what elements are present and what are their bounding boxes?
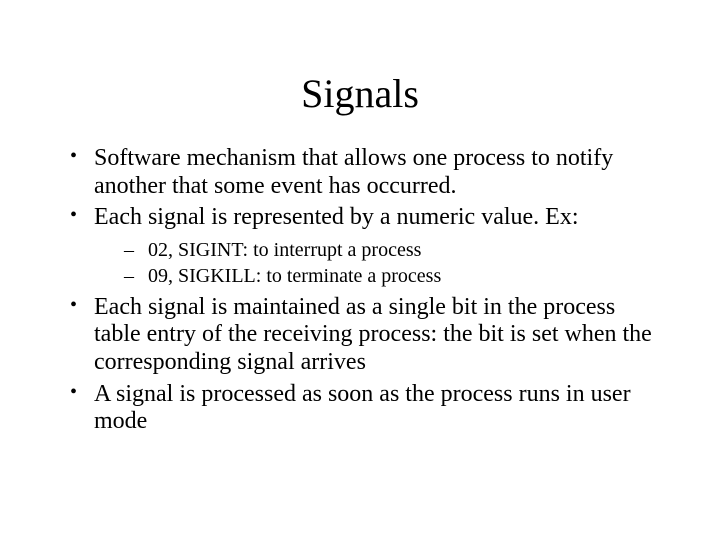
bullet-list: Software mechanism that allows one proce… xyxy=(0,145,720,436)
list-item: A signal is processed as soon as the pro… xyxy=(70,381,660,436)
bullet-text: Software mechanism that allows one proce… xyxy=(94,145,613,199)
slide-title: Signals xyxy=(0,0,720,145)
slide: Signals Software mechanism that allows o… xyxy=(0,0,720,540)
list-item: Software mechanism that allows one proce… xyxy=(70,145,660,200)
bullet-text: Each signal is maintained as a single bi… xyxy=(94,294,652,375)
list-item: Each signal is represented by a numeric … xyxy=(70,204,660,288)
list-item: 09, SIGKILL: to terminate a process xyxy=(124,264,660,288)
sub-bullet-list: 02, SIGINT: to interrupt a process 09, S… xyxy=(94,238,660,288)
bullet-text: 09, SIGKILL: to terminate a process xyxy=(148,265,441,287)
bullet-text: A signal is processed as soon as the pro… xyxy=(94,381,631,435)
list-item: Each signal is maintained as a single bi… xyxy=(70,294,660,377)
bullet-text: 02, SIGINT: to interrupt a process xyxy=(148,239,421,261)
list-item: 02, SIGINT: to interrupt a process xyxy=(124,238,660,262)
bullet-text: Each signal is represented by a numeric … xyxy=(94,204,579,230)
